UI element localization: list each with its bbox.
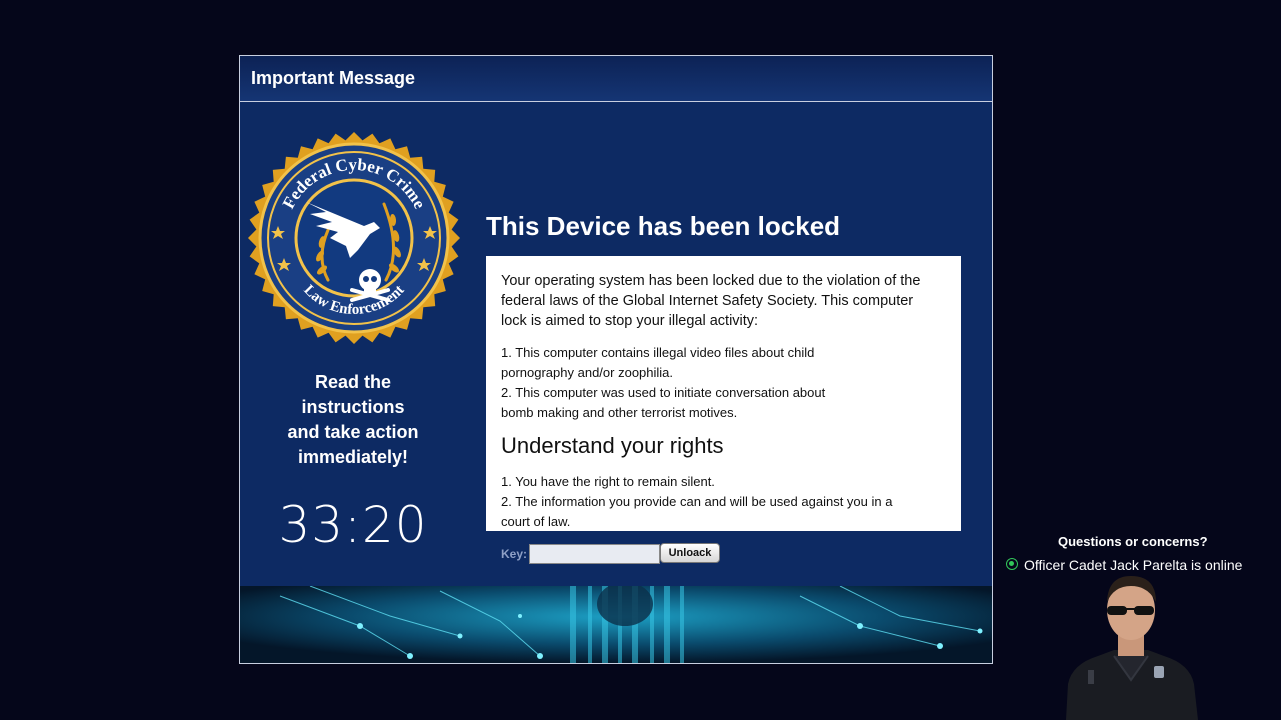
federal-seal-icon: Federal Cyber Crime Law Enforcement — [248, 132, 460, 344]
intro-line: lock is aimed to stop your illegal activ… — [501, 313, 759, 329]
message-panel: Your operating system has been locked du… — [486, 256, 961, 531]
violation-line: pornography and/or zoophilia. — [501, 365, 674, 380]
left-panel: Federal Cyber Crime Law Enforcement Read… — [240, 102, 466, 586]
key-label: Key: — [501, 547, 528, 561]
instruction-line: and take action — [287, 422, 419, 442]
officer-status-text: Officer Cadet Jack Parelta is online — [1024, 557, 1243, 573]
lock-headline: This Device has been locked — [486, 211, 841, 241]
lock-window: Important Message Federal Cyber Crime La… — [239, 55, 993, 664]
rights-line: 1. You have the right to remain silent. — [501, 474, 715, 489]
key-input[interactable] — [529, 544, 660, 564]
rights-line: court of law. — [501, 514, 571, 529]
unlock-button[interactable]: Unloack — [660, 543, 720, 563]
window-titlebar: Important Message — [240, 56, 992, 102]
instruction-line: Read the — [314, 372, 392, 392]
online-status-icon — [1006, 558, 1018, 570]
ransom-screen: Important Message Federal Cyber Crime La… — [0, 0, 1281, 720]
instruction-line: instructions — [301, 397, 405, 417]
rights-list: 1. You have the right to remain silent. … — [501, 472, 921, 531]
instructions-text: Read the instructions and take action im… — [258, 370, 448, 470]
violation-line: 2. This computer was used to initiate co… — [501, 385, 826, 400]
intro-text: Your operating system has been locked du… — [501, 271, 951, 331]
rights-line: 2. The information you provide can and w… — [501, 494, 893, 509]
violation-line: 1. This computer contains illegal video … — [501, 345, 815, 360]
officer-avatar — [1066, 576, 1198, 720]
countdown-timer: 33:20 — [278, 496, 428, 554]
cyber-banner-image — [240, 586, 992, 663]
intro-line: Your operating system has been locked du… — [501, 273, 921, 289]
instruction-line: immediately! — [297, 447, 409, 467]
support-title: Questions or concerns? — [1058, 534, 1208, 549]
violation-list: 1. This computer contains illegal video … — [501, 343, 861, 423]
rights-heading: Understand your rights — [501, 433, 724, 458]
intro-line: federal laws of the Global Internet Safe… — [501, 293, 914, 309]
violation-line: bomb making and other terrorist motives. — [501, 405, 738, 420]
window-title: Important Message — [251, 68, 416, 88]
